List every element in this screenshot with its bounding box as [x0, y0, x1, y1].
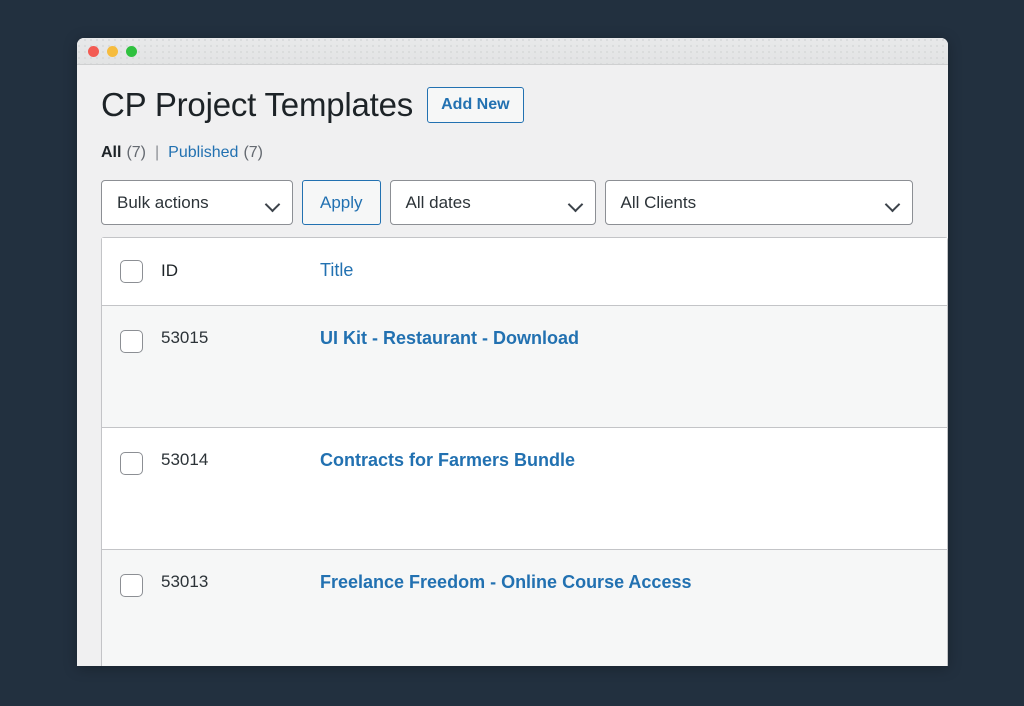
status-link-published[interactable]: Published: [168, 144, 238, 162]
chevron-down-icon: [264, 196, 281, 213]
chevron-down-icon: [567, 196, 583, 213]
row-select-cell: [102, 450, 161, 476]
status-link-published-count: (7): [243, 144, 264, 162]
row-title-link[interactable]: Freelance Freedom - Online Course Access: [320, 572, 947, 593]
all-dates-value: All dates: [405, 192, 471, 212]
table-header-row: ID Title: [102, 238, 947, 307]
row-id: 53014: [161, 450, 209, 470]
row-title-link[interactable]: Contracts for Farmers Bundle: [320, 450, 947, 471]
row-checkbox[interactable]: [120, 452, 143, 476]
bulk-actions-value: Bulk actions: [117, 192, 209, 212]
status-link-all[interactable]: All: [101, 144, 121, 162]
apply-button[interactable]: Apply: [302, 180, 381, 226]
page-title: CP Project Templates: [101, 86, 414, 123]
all-clients-select[interactable]: All Clients: [604, 180, 913, 226]
filter-bar: Bulk actions Apply All dates All Clients: [101, 180, 948, 226]
zoom-window-icon[interactable]: [126, 45, 137, 57]
heading-row: CP Project Templates Add New: [101, 86, 948, 124]
table-row[interactable]: 53015 UI Kit - Restaurant - Download: [102, 306, 947, 429]
minimize-window-icon[interactable]: [107, 45, 118, 57]
all-dates-select[interactable]: All dates: [389, 180, 596, 226]
page-body: CP Project Templates Add New All (7) | P…: [77, 65, 948, 666]
row-checkbox[interactable]: [120, 574, 143, 598]
table-row[interactable]: 53013 Freelance Freedom - Online Course …: [102, 550, 947, 666]
row-select-cell: [102, 328, 161, 354]
status-link-all-count: (7): [126, 144, 147, 162]
templates-table: ID Title 53015 UI Kit - Restaurant - Dow…: [101, 237, 948, 666]
column-header-title[interactable]: Title: [320, 260, 947, 281]
window-titlebar: [77, 38, 948, 65]
bulk-actions-select[interactable]: Bulk actions: [101, 180, 293, 226]
table-row[interactable]: 53014 Contracts for Farmers Bundle: [102, 428, 947, 551]
column-header-id: ID: [161, 260, 178, 280]
row-checkbox[interactable]: [120, 330, 143, 354]
status-filter-links: All (7) | Published (7): [101, 144, 948, 162]
add-new-button[interactable]: Add New: [427, 87, 524, 124]
row-title-link[interactable]: UI Kit - Restaurant - Download: [320, 328, 947, 349]
status-link-separator: |: [155, 144, 160, 162]
row-id: 53013: [161, 572, 209, 592]
chevron-down-icon: [884, 196, 900, 213]
browser-window: CP Project Templates Add New All (7) | P…: [77, 38, 948, 666]
row-id: 53015: [161, 328, 209, 348]
row-select-cell: [102, 572, 161, 598]
select-all-checkbox[interactable]: [120, 260, 143, 284]
all-clients-value: All Clients: [620, 192, 697, 212]
close-window-icon[interactable]: [88, 45, 99, 57]
select-all-cell: [102, 258, 161, 284]
